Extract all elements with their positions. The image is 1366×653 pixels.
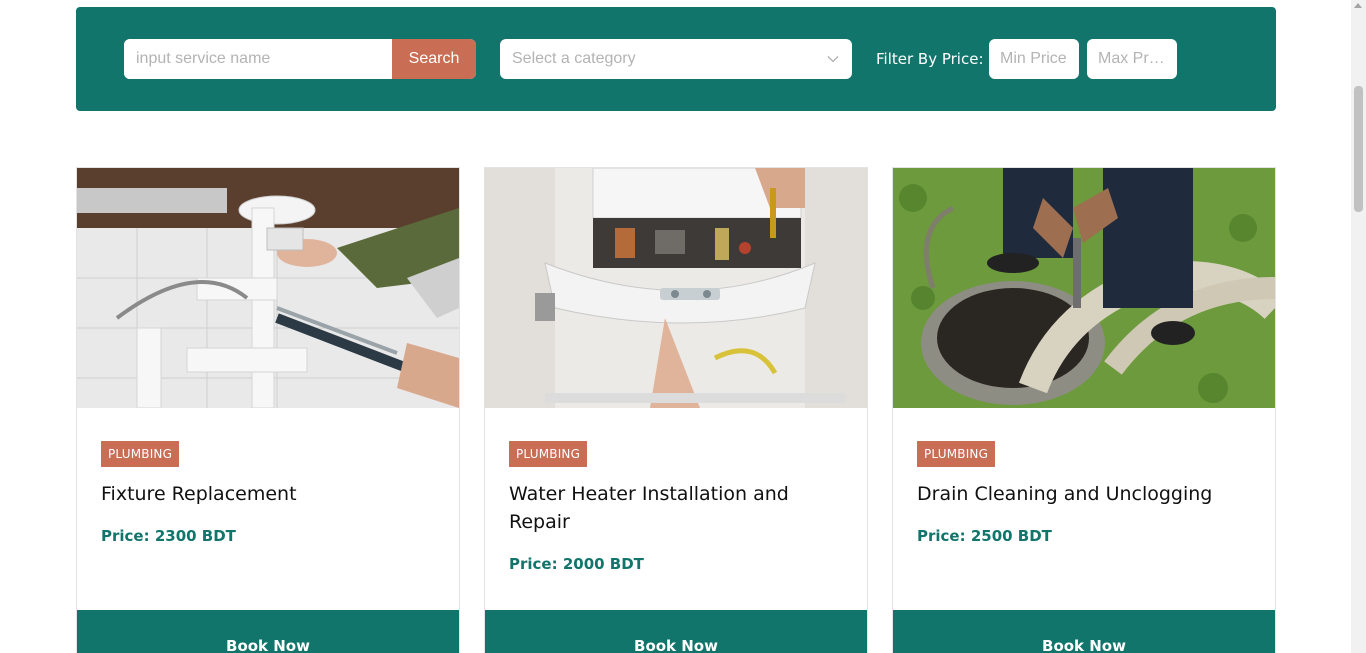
services-page: Search Select a category Filter By Price…: [0, 0, 1351, 653]
service-price: Price: 2300 BDT: [101, 527, 236, 545]
search-group: Search: [124, 39, 476, 79]
scrollbar-thumb[interactable]: [1354, 86, 1363, 212]
service-price: Price: 2000 BDT: [509, 555, 644, 573]
category-select[interactable]: Select a category: [500, 39, 852, 79]
service-price: Price: 2500 BDT: [917, 527, 1052, 545]
filter-bar: Search Select a category Filter By Price…: [76, 7, 1276, 111]
scroll-up-arrow-icon[interactable]: [1354, 3, 1362, 8]
filter-by-price-label: Filter By Price:: [876, 50, 984, 68]
book-now-button[interactable]: Book Now: [485, 610, 867, 653]
service-card: PLUMBING Drain Cleaning and Unclogging P…: [892, 167, 1276, 653]
service-title: Fixture Replacement: [101, 483, 297, 505]
service-title: Water Heater Installation and Repair: [509, 483, 789, 533]
search-input[interactable]: [124, 39, 392, 79]
water-heater-repair-image: [485, 168, 867, 408]
category-badge: PLUMBING: [101, 441, 180, 467]
category-badge: PLUMBING: [917, 441, 996, 467]
service-title: Drain Cleaning and Unclogging: [917, 483, 1213, 505]
book-now-button[interactable]: Book Now: [893, 610, 1275, 653]
drain-cleaning-image: [893, 168, 1275, 408]
category-select-placeholder: Select a category: [512, 50, 636, 67]
search-button[interactable]: Search: [392, 39, 476, 79]
service-card: PLUMBING Water Heater Installation and R…: [484, 167, 868, 653]
chevron-down-icon: [827, 56, 839, 63]
plumber-fixing-sink-image: [77, 168, 459, 408]
min-price-input[interactable]: [989, 39, 1079, 79]
page-scrollbar[interactable]: [1351, 0, 1366, 653]
book-now-button[interactable]: Book Now: [77, 610, 459, 653]
max-price-input[interactable]: [1087, 39, 1177, 79]
service-card: PLUMBING Fixture Replacement Price: 2300…: [76, 167, 460, 653]
category-badge: PLUMBING: [509, 441, 588, 467]
